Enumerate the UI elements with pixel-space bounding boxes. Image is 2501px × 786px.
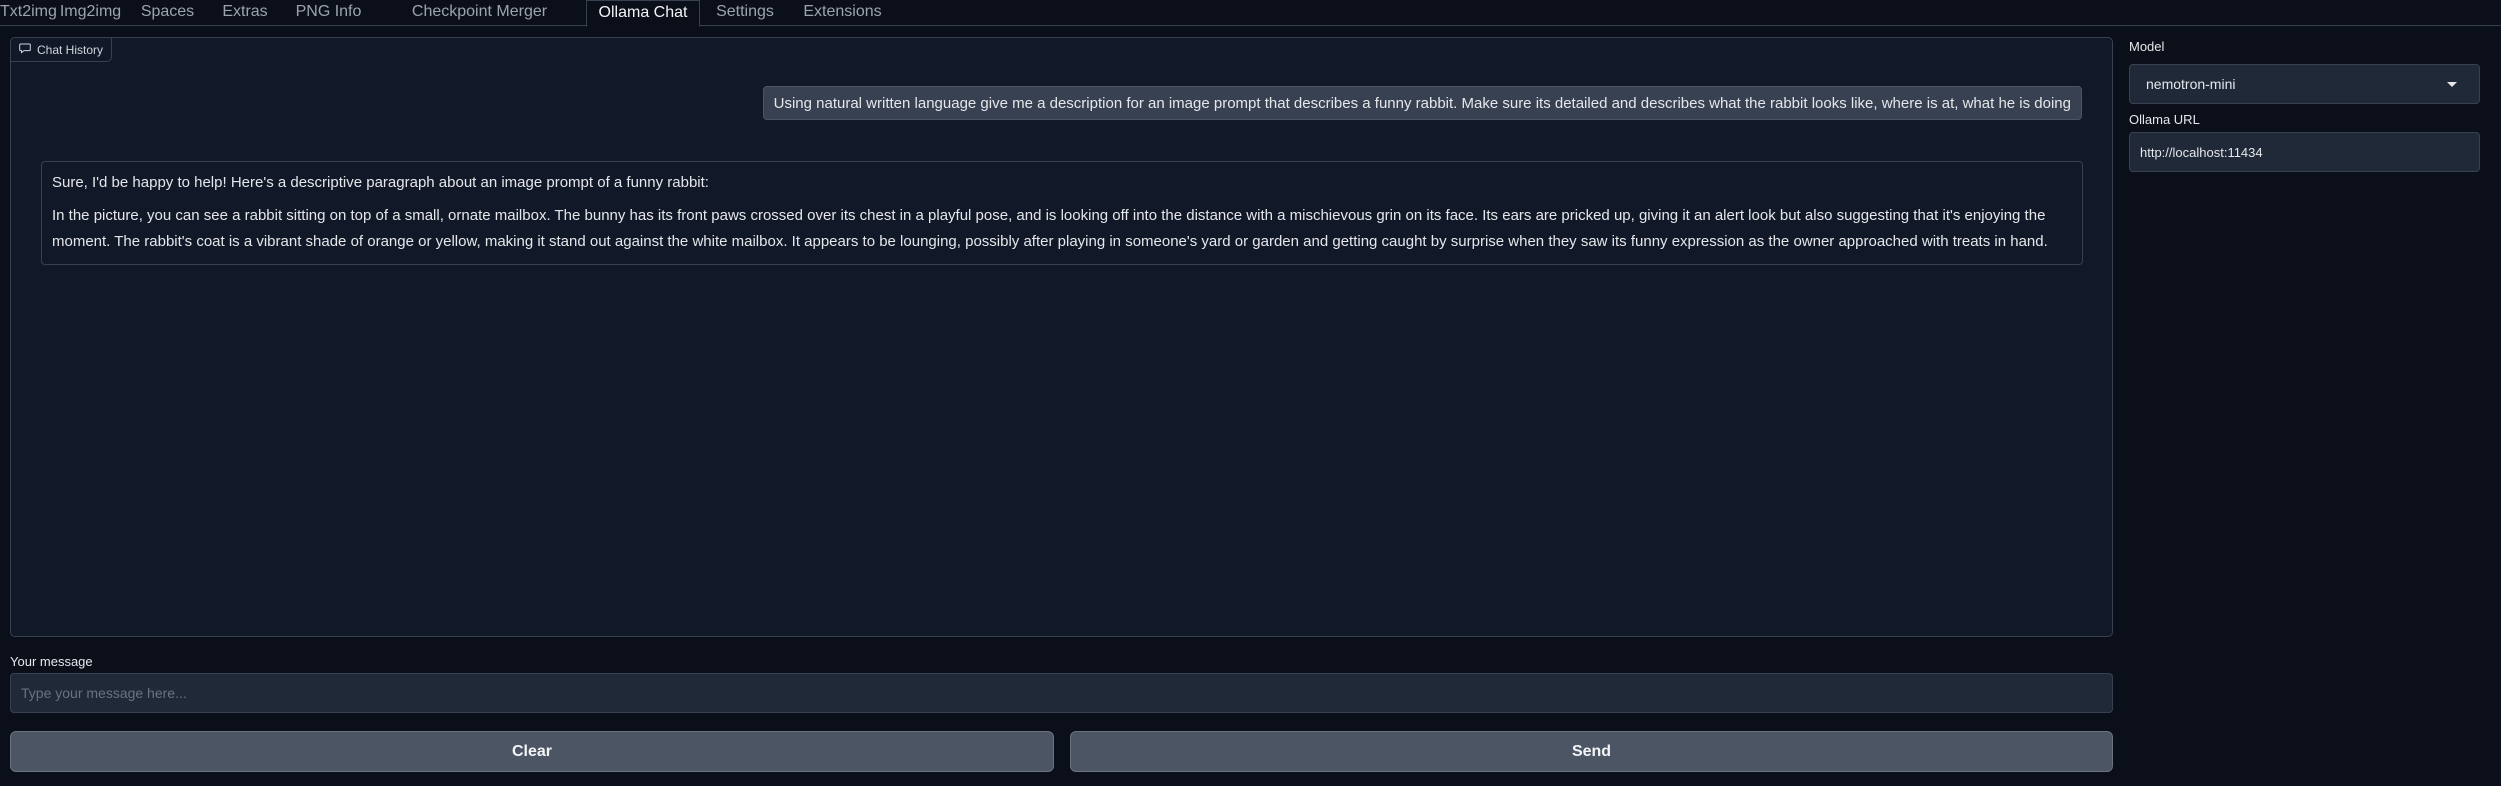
tab-checkpoint-merger[interactable]: Checkpoint Merger bbox=[373, 0, 586, 26]
chat-history-panel[interactable]: Chat History Using natural written langu… bbox=[10, 37, 2113, 637]
tab-bar: Txt2img Img2img Spaces Extras PNG Info C… bbox=[0, 0, 2501, 27]
chat-icon bbox=[19, 42, 31, 57]
ollama-url-input[interactable] bbox=[2129, 132, 2480, 172]
tab-spaces[interactable]: Spaces bbox=[129, 0, 206, 26]
model-select[interactable]: nemotron-mini bbox=[2129, 64, 2480, 104]
tab-txt2img[interactable]: Txt2img bbox=[0, 0, 57, 26]
message-input[interactable] bbox=[10, 673, 2113, 713]
assistant-message-intro: Sure, I'd be happy to help! Here's a des… bbox=[52, 174, 709, 191]
user-message-bubble: Using natural written language give me a… bbox=[762, 86, 2082, 120]
assistant-message-bubble: Sure, I'd be happy to help! Here's a des… bbox=[41, 161, 2083, 265]
model-select-value: nemotron-mini bbox=[2146, 76, 2236, 92]
tab-settings[interactable]: Settings bbox=[700, 0, 790, 26]
clear-button[interactable]: Clear bbox=[10, 731, 1054, 772]
your-message-label: Your message bbox=[10, 654, 93, 669]
ollama-url-label: Ollama URL bbox=[2129, 112, 2200, 127]
tab-extensions[interactable]: Extensions bbox=[790, 0, 895, 26]
model-label: Model bbox=[2129, 39, 2165, 54]
chat-history-label: Chat History bbox=[11, 38, 113, 62]
send-button[interactable]: Send bbox=[1070, 731, 2113, 772]
tab-extras[interactable]: Extras bbox=[206, 0, 284, 26]
chevron-down-icon bbox=[2447, 82, 2457, 87]
chat-history-label-text: Chat History bbox=[37, 42, 104, 57]
tab-ollama-chat[interactable]: Ollama Chat bbox=[586, 0, 700, 27]
tab-png-info[interactable]: PNG Info bbox=[284, 0, 373, 26]
tab-img2img[interactable]: Img2img bbox=[52, 0, 129, 26]
assistant-message-body: In the picture, you can see a rabbit sit… bbox=[52, 207, 2048, 250]
